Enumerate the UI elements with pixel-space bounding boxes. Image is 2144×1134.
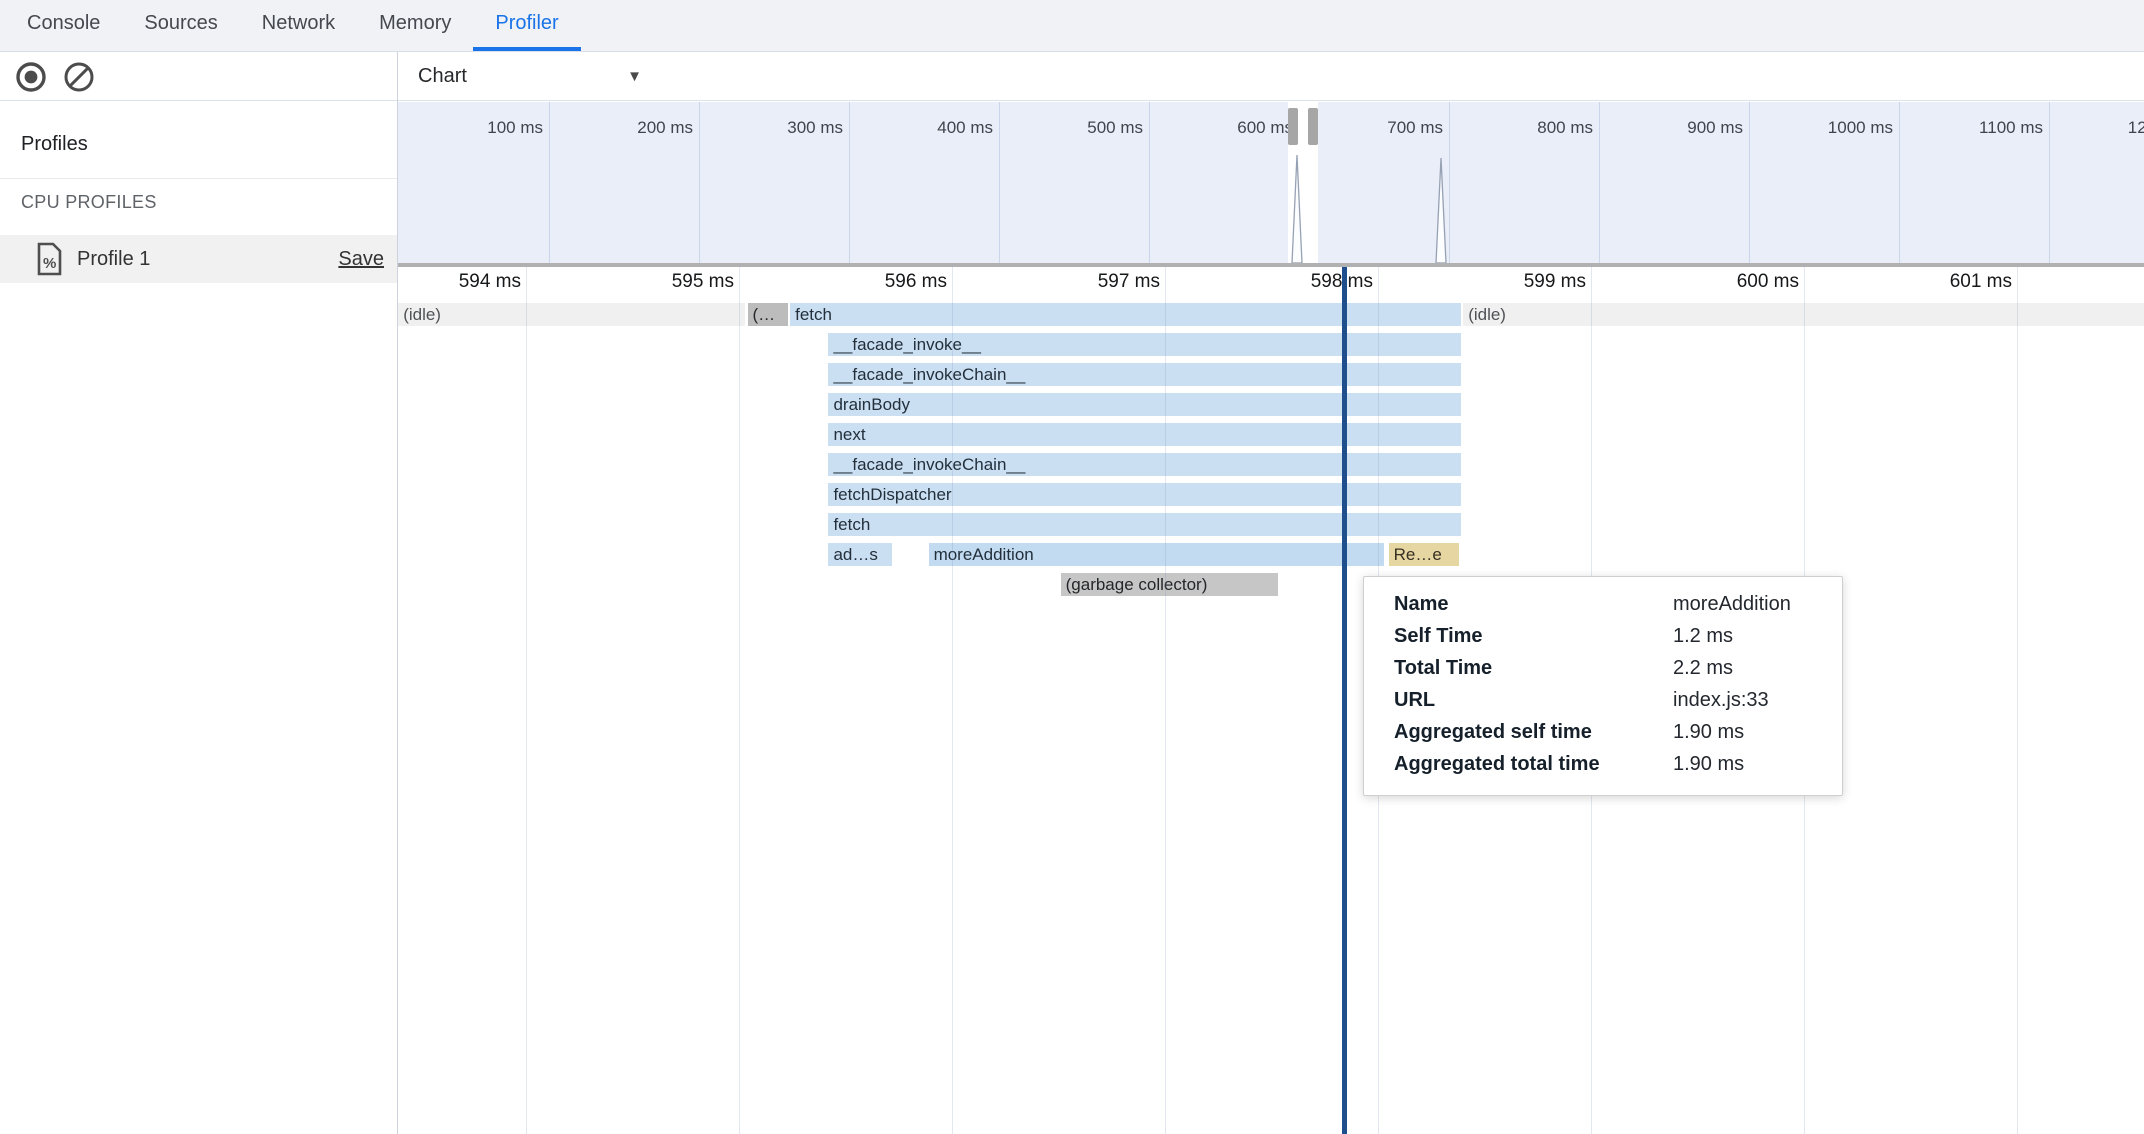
overview-grid-line (1149, 102, 1150, 263)
profiler-toolbar: Chart ▼ (0, 52, 2144, 101)
chevron-down-icon: ▼ (627, 68, 642, 85)
flame-bar-facade-invokechain[interactable]: __facade_invokeChain__ (828, 363, 1461, 386)
overview-ruler-label: 100 ms (453, 118, 543, 138)
tab-profiler[interactable]: Profiler (473, 0, 580, 51)
tooltip-row-value: moreAddition (1673, 593, 1791, 616)
tab-console[interactable]: Console (5, 0, 122, 51)
selection-handle-right[interactable] (1308, 108, 1318, 145)
flame-bar-facade-invoke[interactable]: __facade_invoke__ (828, 333, 1461, 356)
overview-ruler-label: 500 ms (1053, 118, 1143, 138)
profile-name: Profile 1 (77, 248, 150, 271)
flame-bar-ad-s[interactable]: ad…s (828, 543, 892, 566)
overview-grid-line (849, 102, 850, 263)
overview-grid-line (699, 102, 700, 263)
profiles-heading: Profiles (21, 133, 88, 156)
frame-tooltip: Name moreAddition Self Time 1.2 ms Total Tim… (1363, 576, 1843, 796)
profile-document-icon: % (36, 242, 63, 276)
cpu-activity-spike (1435, 158, 1447, 263)
tooltip-row-value: 1.90 ms (1673, 721, 1744, 744)
tooltip-row-value: 2.2 ms (1673, 657, 1733, 680)
tooltip-row: Name moreAddition (1364, 591, 1842, 623)
overview-ruler-label: 700 ms (1353, 118, 1443, 138)
panel-divider[interactable] (397, 52, 398, 1134)
overview-grid-line (1749, 102, 1750, 263)
grid-line (526, 267, 527, 1134)
sidebar-divider (0, 178, 397, 179)
flame-bar-fetch[interactable]: fetch (790, 303, 1461, 326)
flame-bar-garbage-collector[interactable]: (garbage collector) (1061, 573, 1278, 596)
overview-timeline[interactable]: 100 ms 200 ms 300 ms 400 ms 500 ms 600 ms 700 … (398, 102, 2144, 263)
clear-slash-icon (62, 60, 96, 94)
overview-ruler-label: 300 ms (753, 118, 843, 138)
tooltip-row-label: Name (1394, 593, 1448, 616)
detail-time-ruler: 594 ms 595 ms 596 ms 597 ms 598 ms 599 ms 600 … (398, 267, 2144, 300)
grid-line (739, 267, 740, 1134)
tooltip-row: Self Time 1.2 ms (1364, 623, 1842, 655)
flame-bar-idle[interactable]: (idle) (398, 303, 745, 326)
ruler-time-label: 595 ms (634, 271, 734, 293)
overview-ruler-label: 1000 ms (1803, 118, 1893, 138)
cpu-profiles-section-label: CPU PROFILES (21, 192, 157, 213)
overview-ruler-label: 400 ms (903, 118, 993, 138)
cpu-activity-spike (1291, 155, 1303, 263)
record-circle-icon (14, 60, 48, 94)
flame-bar-moreaddition[interactable]: moreAddition (929, 543, 1385, 566)
flame-bar-idle[interactable]: (idle) (1463, 303, 2144, 326)
chart-view-select[interactable]: Chart ▼ (418, 52, 642, 101)
ruler-time-label: 601 ms (1912, 271, 2012, 293)
overview-ruler-label: 600 ms (1203, 118, 1293, 138)
tooltip-row-label: Aggregated total time (1394, 753, 1600, 776)
tooltip-row: Aggregated self time 1.90 ms (1364, 719, 1842, 751)
tooltip-row-value: 1.90 ms (1673, 753, 1744, 776)
ruler-time-label: 597 ms (1060, 271, 1160, 293)
overview-ruler-label: 800 ms (1503, 118, 1593, 138)
tooltip-row-value: index.js:33 (1673, 689, 1769, 712)
overview-ruler-label: 200 ms (603, 118, 693, 138)
tooltip-row-label: Self Time (1394, 625, 1483, 648)
tooltip-row: Aggregated total time 1.90 ms (1364, 751, 1842, 783)
devtools-profiler-panel: ConsoleSourcesNetworkMemoryProfiler Char… (0, 0, 2144, 1134)
tooltip-row-value: 1.2 ms (1673, 625, 1733, 648)
ruler-time-label: 598 ms (1273, 271, 1373, 293)
ruler-time-label: 594 ms (421, 271, 521, 293)
tooltip-row-label: Total Time (1394, 657, 1492, 680)
grid-line (2017, 267, 2018, 1134)
flame-bar-facade-invokechain[interactable]: __facade_invokeChain__ (828, 453, 1461, 476)
devtools-tab-bar: ConsoleSourcesNetworkMemoryProfiler (0, 0, 2144, 52)
svg-text:%: % (43, 255, 56, 272)
overview-ruler-label: 900 ms (1653, 118, 1743, 138)
tooltip-row: Total Time 2.2 ms (1364, 655, 1842, 687)
playhead-marker (1342, 267, 1347, 1134)
tab-network[interactable]: Network (240, 0, 357, 51)
flame-bar-fetchdispatcher[interactable]: fetchDispatcher (828, 483, 1461, 506)
clear-button[interactable] (62, 60, 96, 94)
overview-ruler-label: 1100 ms (1953, 118, 2043, 138)
flame-bar-drainbody[interactable]: drainBody (828, 393, 1461, 416)
flame-bar-fetch[interactable]: fetch (828, 513, 1461, 536)
record-button[interactable] (14, 60, 48, 94)
overview-grid-line (999, 102, 1000, 263)
tooltip-row: URL index.js:33 (1364, 687, 1842, 719)
overview-grid-line (1899, 102, 1900, 263)
selection-handle-left[interactable] (1288, 108, 1298, 145)
ruler-time-label: 599 ms (1486, 271, 1586, 293)
tooltip-row-label: URL (1394, 689, 1435, 712)
overview-grid-line (1599, 102, 1600, 263)
tab-memory[interactable]: Memory (357, 0, 473, 51)
overview-grid-line (549, 102, 550, 263)
tooltip-row-label: Aggregated self time (1394, 721, 1592, 744)
save-profile-link[interactable]: Save (338, 248, 384, 271)
sidebar-item-profile-1[interactable]: % Profile 1 Save (0, 235, 397, 283)
ruler-time-label: 596 ms (847, 271, 947, 293)
overview-grid-line (1449, 102, 1450, 263)
flame-bar-re-e[interactable]: Re…e (1389, 543, 1459, 566)
ruler-time-label: 600 ms (1699, 271, 1799, 293)
overview-ruler-label: 1200 ms (2103, 118, 2144, 138)
chart-view-select-value: Chart (418, 65, 467, 88)
tab-sources[interactable]: Sources (122, 0, 239, 51)
flame-bar-next[interactable]: next (828, 423, 1461, 446)
flame-bar-[interactable]: (… (748, 303, 788, 326)
overview-grid-line (2049, 102, 2050, 263)
